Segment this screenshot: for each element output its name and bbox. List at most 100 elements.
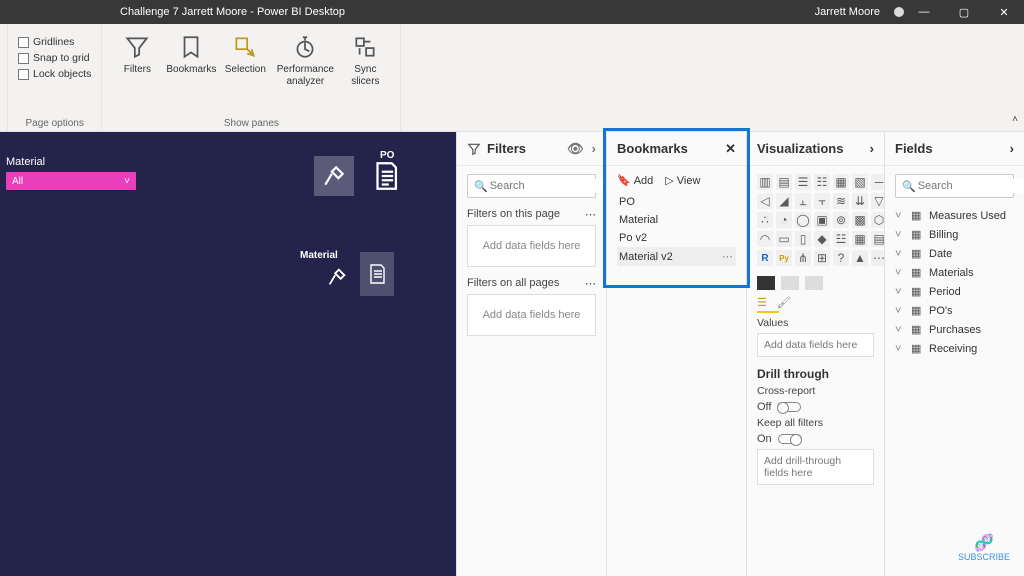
viz-qna[interactable]: ? [833,250,849,266]
viz-scatter[interactable]: ∴ [757,212,773,228]
table-icon: ▦ [911,323,923,336]
bookmark-item[interactable]: Po v2 [617,229,736,247]
report-canvas[interactable]: Material All ˅ PO Material [0,132,456,576]
keep-filters-toggle[interactable]: On [757,433,874,445]
viz-line-clustered[interactable]: ⫟ [814,193,830,209]
search-icon: 🔍 [902,180,916,193]
avatar[interactable] [894,7,904,17]
viz-line[interactable]: ─ [871,174,884,190]
close-button[interactable]: ✕ [984,6,1024,19]
chevron-right-icon[interactable]: › [1010,141,1014,156]
field-table[interactable]: ˅▦Date [895,244,1014,263]
tile-po-small[interactable] [360,252,394,296]
ribbon-collapse-icon[interactable]: ˄ [1012,114,1018,125]
drill-well[interactable]: Add drill-through fields here [757,449,874,485]
viz-waterfall[interactable]: ⇊ [852,193,868,209]
filters-page-well[interactable]: Add data fields here [467,225,596,267]
viz-r[interactable]: R [757,250,773,266]
chevron-right-icon[interactable]: › [592,141,596,157]
viz-key-influencer[interactable]: ⋔ [795,250,811,266]
filters-search[interactable]: 🔍 [467,174,596,198]
viz-clustered-bar[interactable]: ☰ [795,174,811,190]
viz-treemap[interactable]: ▣ [814,212,830,228]
viz-py[interactable]: Py [776,250,792,266]
more-icon[interactable]: ⋯ [585,277,596,290]
filters-pane-button[interactable]: Filters [112,32,162,76]
values-label: Values [757,317,874,329]
field-table[interactable]: ˅▦Receiving [895,339,1014,358]
minimize-button[interactable]: — [904,6,944,18]
bookmarks-pane-button[interactable]: Bookmarks [166,32,216,76]
format-icon[interactable]: 🖌 [777,296,791,309]
bookmark-item[interactable]: Material [617,211,736,229]
cross-report-toggle[interactable]: Off [757,401,874,413]
viz-funnel[interactable]: ▽ [871,193,884,209]
bookmark-item[interactable]: PO [617,193,736,211]
viz-stacked-bar[interactable]: ▥ [757,174,773,190]
analytics-tab-icon[interactable] [805,276,823,290]
slicer-dropdown[interactable]: All ˅ [6,172,136,190]
viz-decomp[interactable]: ⊞ [814,250,830,266]
eye-icon[interactable]: 👁 [567,141,584,157]
selection-pane-button[interactable]: Selection [220,32,270,76]
more-icon[interactable]: ⋯ [585,208,596,221]
gridlines-checkbox[interactable]: Gridlines [18,36,74,48]
viz-ribbon[interactable]: ≋ [833,193,849,209]
fields-icon[interactable]: ☰ [757,296,767,309]
snap-checkbox[interactable]: Snap to grid [18,52,90,64]
close-icon[interactable]: ✕ [725,141,736,157]
viz-matrix[interactable]: ▤ [871,231,884,247]
sync-slicers-button[interactable]: Sync slicers [340,32,390,87]
chevron-right-icon[interactable]: › [870,141,874,156]
fields-search[interactable]: 🔍 [895,174,1014,198]
viz-shape-map[interactable]: ⬡ [871,212,884,228]
field-table[interactable]: ˅▦Billing [895,225,1014,244]
filters-all-well[interactable]: Add data fields here [467,294,596,336]
fields-tab-icon[interactable] [757,276,775,290]
lock-checkbox[interactable]: Lock objects [18,68,91,80]
bookmark-add-button[interactable]: 🔖Add [617,174,653,187]
viz-line-column[interactable]: ⫠ [795,193,811,209]
viz-area[interactable]: ◁ [757,193,773,209]
sync-icon [350,32,380,62]
viz-map[interactable]: ⊚ [833,212,849,228]
viz-donut[interactable]: ◯ [795,212,811,228]
filters-search-input[interactable] [488,179,606,193]
bookmark-view-button[interactable]: ▷View [665,174,700,187]
viz-filled-map[interactable]: ▩ [852,212,868,228]
tile-po-large[interactable] [366,156,406,196]
field-table[interactable]: ˅▦PO's [895,301,1014,320]
viz-import[interactable]: ⋯ [871,250,884,266]
bookmark-item-selected[interactable]: Material v2⋯ [617,247,736,266]
viz-kpi[interactable]: ◆ [814,231,830,247]
viz-pie[interactable]: ◔ [776,212,792,228]
viz-card[interactable]: ▭ [776,231,792,247]
viz-stacked-area[interactable]: ◢ [776,193,792,209]
fields-search-input[interactable] [916,179,1024,193]
values-well[interactable]: Add data fields here [757,333,874,357]
titlebar: Challenge 7 Jarrett Moore - Power BI Des… [0,0,1024,24]
table-icon: ▦ [911,266,923,279]
viz-multi-card[interactable]: ▯ [795,231,811,247]
material-slicer[interactable]: Material All ˅ [6,156,136,190]
field-table[interactable]: ˅▦Period [895,282,1014,301]
tile-hammer-large[interactable] [314,156,354,196]
perf-analyzer-button[interactable]: Performance analyzer [274,32,336,87]
table-icon: ▦ [911,304,923,317]
viz-100-column[interactable]: ▧ [852,174,868,190]
field-table[interactable]: ˅▦Purchases [895,320,1014,339]
format-tab-icon[interactable] [781,276,799,290]
viz-slicer[interactable]: ☳ [833,231,849,247]
more-icon[interactable]: ⋯ [722,250,734,263]
tile-hammer-small[interactable] [322,262,352,292]
viz-clustered-column[interactable]: ☷ [814,174,830,190]
viz-gauge[interactable]: ◠ [757,231,773,247]
maximize-button[interactable]: ▢ [944,6,984,19]
field-table[interactable]: ˅▦Measures Used [895,206,1014,225]
viz-table[interactable]: ▦ [852,231,868,247]
viz-arcgis[interactable]: ▲ [852,250,868,266]
snap-label: Snap to grid [33,52,90,64]
viz-stacked-column[interactable]: ▤ [776,174,792,190]
viz-100-bar[interactable]: ▦ [833,174,849,190]
field-table[interactable]: ˅▦Materials [895,263,1014,282]
